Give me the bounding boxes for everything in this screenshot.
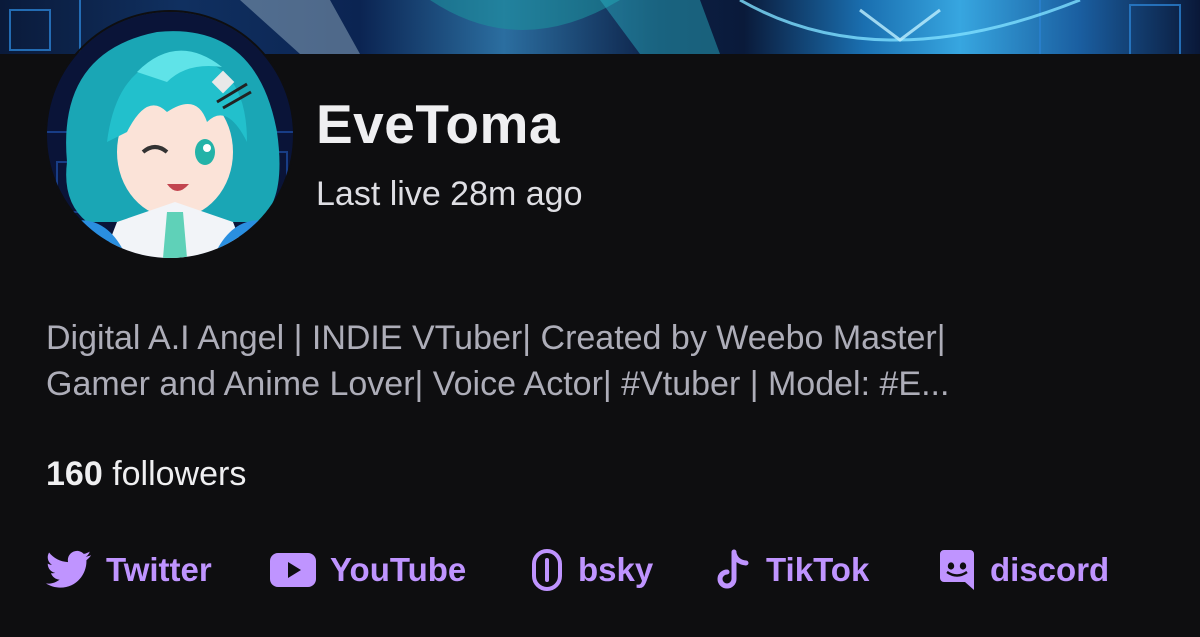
youtube-play-icon (270, 553, 316, 587)
avatar-image (47, 12, 293, 258)
last-live-status: Last live 28m ago (316, 175, 583, 213)
channel-name: EveToma (316, 93, 560, 155)
channel-bio: Digital A.I Angel | INDIE VTuber| Create… (46, 315, 1166, 407)
followers-count: 160 followers (46, 455, 246, 494)
channel-avatar[interactable] (45, 10, 295, 260)
discord-link[interactable]: discord (938, 547, 1109, 593)
twitter-bird-icon (46, 550, 92, 588)
youtube-link[interactable]: YouTube (270, 547, 466, 593)
twitter-link[interactable]: Twitter (46, 547, 212, 593)
bsky-link[interactable]: bsky (530, 547, 653, 593)
chain-link-icon (532, 549, 562, 591)
discord-link-label: discord (990, 551, 1110, 588)
discord-chat-icon (940, 550, 974, 590)
tiktok-link[interactable]: TikTok (714, 547, 869, 593)
bio-line-2: Gamer and Anime Lover| Voice Actor| #Vtu… (46, 365, 950, 403)
youtube-link-label: YouTube (330, 551, 467, 588)
tiktok-link-label: TikTok (766, 551, 870, 588)
followers-number: 160 (46, 455, 103, 493)
followers-label: followers (112, 455, 247, 493)
bio-line-1: Digital A.I Angel | INDIE VTuber| Create… (46, 319, 946, 357)
bsky-link-label: bsky (578, 551, 654, 588)
twitter-link-label: Twitter (106, 551, 212, 588)
tiktok-note-icon (717, 549, 749, 589)
